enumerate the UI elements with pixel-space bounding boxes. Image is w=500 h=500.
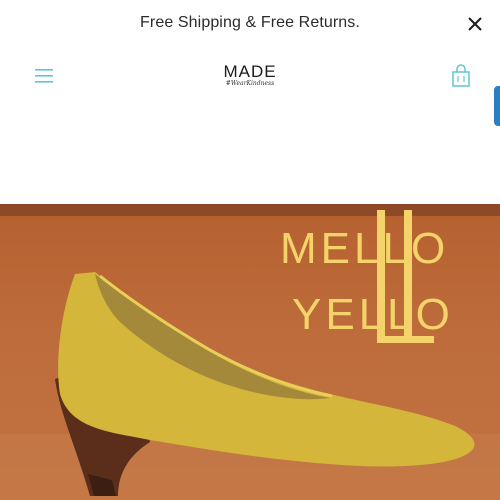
site-logo[interactable]: MADE #WearKindness (200, 62, 300, 94)
announcement-text: Free Shipping & Free Returns. (140, 14, 360, 31)
close-announcement-button[interactable] (465, 14, 485, 34)
hero-headline-line2: YELLO (292, 290, 454, 339)
hero-headline-line1: MELLO (280, 224, 450, 273)
logo-main-text: MADE (223, 62, 277, 81)
logo-tagline: #WearKindness (225, 80, 275, 87)
shopping-bag-icon (452, 64, 470, 87)
hamburger-menu-icon (35, 69, 53, 83)
site-header: MADE #WearKindness (0, 46, 500, 126)
close-icon (468, 17, 482, 31)
announcement-bar: Free Shipping & Free Returns. (0, 0, 500, 46)
hero-banner[interactable]: MELLO YELLO (0, 204, 500, 500)
side-panel-tab[interactable] (494, 86, 500, 126)
menu-button[interactable] (33, 66, 57, 86)
cart-button[interactable] (450, 64, 472, 88)
